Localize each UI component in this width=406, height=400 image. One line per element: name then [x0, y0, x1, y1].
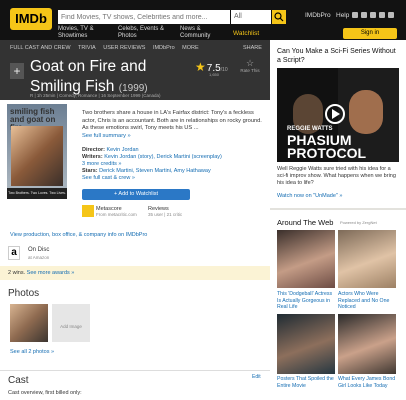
subnav-user-reviews[interactable]: USER REVIEWS — [103, 45, 145, 51]
search-button[interactable] — [272, 10, 286, 24]
poster-art — [11, 126, 63, 186]
plot-summary: Two brothers share a house in LA's Fairf… — [82, 110, 262, 139]
web-tile-1[interactable] — [277, 230, 335, 288]
web-tile-4[interactable] — [338, 314, 396, 374]
metascore[interactable]: Metascore From metacritic.com — [96, 206, 137, 218]
cast-heading: Cast — [8, 375, 29, 386]
nav-movies[interactable]: Movies, TV & Showtimes — [58, 26, 108, 40]
more-credits-link[interactable]: 3 more credits » — [82, 161, 121, 167]
play-triangle-icon — [332, 109, 340, 119]
rating-scale: /10 — [220, 67, 228, 73]
edit-cast-link[interactable]: Edit — [252, 374, 261, 380]
see-all-photos-link[interactable]: See all 2 photos » — [10, 349, 54, 355]
watch-now-link[interactable]: Watch now on "UnMade" » — [277, 193, 342, 199]
instagram-icon[interactable] — [361, 12, 367, 18]
star-outline-icon: ☆ — [245, 58, 255, 68]
video-label-big: PHASIUM PROTOCOL — [287, 132, 367, 161]
search-icon — [274, 12, 284, 22]
subnav-trivia[interactable]: TRIVIA — [78, 45, 96, 51]
web-caption-2[interactable]: Actors Who Were Replaced and No One Noti… — [338, 291, 398, 311]
sidebar-divider — [270, 208, 406, 210]
youtube-icon[interactable] — [388, 12, 394, 18]
see-full-summary-link[interactable]: See full summary » — [82, 133, 131, 139]
twitter-icon[interactable] — [379, 12, 385, 18]
web-caption-4[interactable]: What Every James Bond Girl Looks Like To… — [338, 376, 398, 389]
rate-this[interactable]: ☆ Rate This — [240, 58, 260, 74]
search-input[interactable] — [58, 10, 230, 24]
writers-link[interactable]: Kevin Jordan (story), Derick Martini (sc… — [104, 154, 222, 160]
web-tile-2[interactable] — [338, 230, 396, 288]
around-the-web-heading: Around The Web — [277, 218, 334, 227]
photo-thumbnail[interactable] — [10, 304, 48, 342]
star-icon: ★ — [195, 60, 206, 74]
nav-celebs[interactable]: Celebs, Events & Photos — [118, 26, 168, 40]
on-disc[interactable]: On Disc at Amazon — [28, 246, 49, 262]
nav-news[interactable]: News & Community — [180, 26, 230, 40]
web-tile-3[interactable] — [277, 314, 335, 374]
metascore-badge[interactable] — [82, 205, 94, 217]
sub-nav: FULL CAST AND CREW TRIVIA USER REVIEWS I… — [0, 40, 270, 56]
search-scope-select[interactable]: All — [231, 10, 271, 24]
powered-by[interactable]: Powered by ZergNet — [340, 220, 377, 225]
web-caption-1[interactable]: This 'Dodgeball' Actress Is Actually Gor… — [277, 291, 337, 311]
imdb-logo[interactable]: IMDb — [10, 8, 52, 30]
twitch-icon[interactable] — [370, 12, 376, 18]
share-button[interactable]: SHARE — [243, 40, 262, 56]
add-to-watchlist-button[interactable]: + Add to Watchlist — [82, 189, 190, 200]
imdbpro-link[interactable]: IMDbPro — [305, 12, 331, 19]
facebook-icon[interactable] — [352, 12, 358, 18]
web-caption-3[interactable]: Posters That Spoiled the Entire Movie — [277, 376, 337, 389]
add-to-watchlist-ribbon[interactable]: + — [10, 63, 24, 79]
subnav-full-cast[interactable]: FULL CAST AND CREW — [10, 45, 71, 51]
add-image-button[interactable]: Add Image — [52, 304, 90, 342]
amazon-icon[interactable]: a — [8, 246, 20, 260]
credits: Director: Kevin Jordan Writers: Kevin Jo… — [82, 147, 222, 181]
watchlist-link[interactable]: Watchlist — [233, 30, 259, 37]
sign-in-button[interactable]: Sign in — [343, 28, 397, 39]
promo-video[interactable]: REGGIE WATTS PHASIUM PROTOCOL — [277, 68, 399, 162]
title-meta: R | 1h 25min | Comedy, Romance | 16 Sept… — [30, 93, 161, 98]
social-links — [352, 12, 394, 18]
video-person-right — [349, 90, 383, 134]
promo-text: Well Reggie Watts sure tried with his id… — [277, 166, 396, 186]
full-cast-link[interactable]: See full cast & crew » — [82, 175, 135, 181]
photos-heading: Photos — [8, 288, 40, 299]
poster-footer: Two Brothers. Two Loves. Two Lives. — [7, 188, 67, 199]
subnav-imdbpro[interactable]: IMDbPro — [153, 45, 175, 51]
awards-strip: 2 wins. See more awards » — [0, 266, 270, 280]
stars-link[interactable]: Derick Martini, Steven Martini, Amy Hath… — [99, 168, 211, 174]
subnav-more[interactable]: MORE — [182, 45, 199, 51]
promo-title[interactable]: Can You Make a Sci-Fi Series Without a S… — [277, 47, 399, 65]
imdbpro-production-link[interactable]: View production, box office, & company i… — [10, 232, 147, 238]
poster-image[interactable]: smiling fish and goat on fire Two Brothe… — [7, 104, 67, 199]
cast-overview: Cast overview, first billed only: — [8, 390, 82, 396]
director-link[interactable]: Kevin Jordan — [106, 147, 138, 153]
rating-count[interactable]: 1,650 — [209, 72, 219, 77]
see-more-awards-link[interactable]: See more awards » — [27, 270, 75, 276]
help-link[interactable]: Help — [336, 12, 349, 19]
reviews[interactable]: Reviews 35 user | 21 critic — [148, 206, 182, 218]
